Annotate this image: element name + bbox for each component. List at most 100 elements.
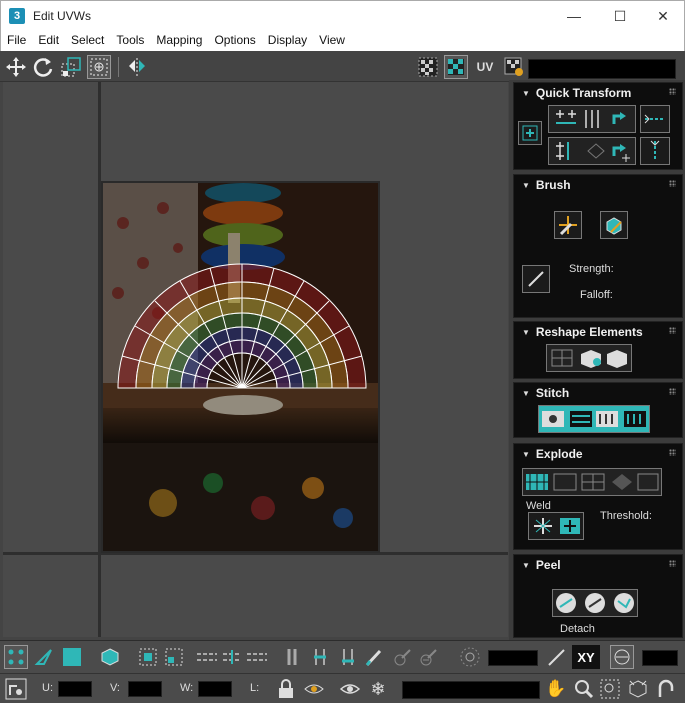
w-label: W:	[180, 682, 194, 694]
select-element-icon[interactable]	[98, 645, 122, 669]
selection-set-field[interactable]	[402, 681, 540, 699]
mirror-icon[interactable]	[125, 55, 149, 79]
menu-view[interactable]: View	[313, 30, 351, 51]
space-horizontal-icon[interactable]	[640, 105, 670, 133]
bars-icon[interactable]	[280, 645, 304, 669]
falloff-icon[interactable]	[544, 645, 568, 669]
limit-icon[interactable]	[610, 645, 634, 669]
title-bar: 3 Edit UVWs — ☐ ✕	[0, 0, 685, 30]
checker-icon[interactable]	[416, 55, 440, 79]
menu-tools[interactable]: Tools	[110, 30, 150, 51]
maximize-button[interactable]: ☐	[597, 1, 643, 31]
visibility-icon[interactable]	[338, 677, 362, 701]
grow-selection-icon[interactable]	[136, 645, 160, 669]
u-label: U:	[42, 682, 53, 694]
rollout-title[interactable]: ▼ Reshape Elements	[522, 325, 643, 339]
brush-relax-icon[interactable]	[600, 211, 628, 239]
grip-icon[interactable]	[669, 560, 676, 567]
grow-loop-icon[interactable]	[308, 645, 332, 669]
limit-field[interactable]	[642, 650, 678, 666]
uv-viewport[interactable]	[3, 82, 508, 637]
main-toolbar: UV	[0, 52, 685, 82]
menu-mapping[interactable]: Mapping	[150, 30, 208, 51]
menu-edit[interactable]: Edit	[32, 30, 65, 51]
menu-options[interactable]: Options	[208, 30, 261, 51]
soft-selection-field[interactable]	[488, 650, 538, 666]
grip-icon[interactable]	[669, 88, 676, 95]
brush-size-icon[interactable]	[522, 265, 550, 293]
rollout-title[interactable]: ▼ Peel	[522, 558, 561, 572]
l-label: L:	[250, 682, 260, 694]
menu-file[interactable]: File	[1, 30, 32, 51]
texture-checker-icon[interactable]	[444, 55, 468, 79]
snap-icon[interactable]	[654, 677, 678, 701]
texture-dropdown[interactable]	[528, 59, 676, 79]
select-vertex-icon[interactable]	[4, 645, 28, 669]
move-icon[interactable]	[4, 55, 28, 79]
grip-icon[interactable]	[669, 449, 676, 456]
menu-display[interactable]: Display	[262, 30, 313, 51]
paint-grow-icon[interactable]	[390, 645, 414, 669]
grip-icon[interactable]	[669, 327, 676, 334]
uv-mode-button[interactable]: UV	[473, 55, 497, 79]
window-title: Edit UVWs	[33, 8, 92, 23]
xy-space-button[interactable]: XY	[572, 645, 600, 669]
peel-buttons-icon[interactable]	[552, 589, 638, 617]
brush-move-icon[interactable]	[554, 211, 582, 239]
align-horizontal-icon[interactable]	[548, 105, 636, 133]
hide-icon[interactable]	[302, 677, 326, 701]
rollout-peel: ▼ Peel Detach	[513, 554, 683, 638]
zoom-extents-icon[interactable]	[626, 677, 650, 701]
close-button[interactable]: ✕	[640, 1, 685, 31]
rotate-icon[interactable]	[31, 55, 55, 79]
tool-panel: ▼ Quick Transform ▼ Brush Strength: Fall…	[509, 80, 685, 640]
u-field[interactable]	[58, 681, 92, 697]
scale-icon[interactable]	[59, 55, 83, 79]
loop-ring-icon[interactable]	[194, 645, 270, 669]
pivot-icon[interactable]	[518, 121, 542, 145]
texture-options-icon[interactable]	[502, 55, 526, 79]
freeform-mode-icon[interactable]	[87, 55, 111, 79]
rollout-title[interactable]: ▼ Stitch	[522, 386, 569, 400]
grip-icon[interactable]	[669, 180, 676, 187]
bottom-toolbar: XY	[0, 640, 685, 673]
stitch-buttons-icon[interactable]	[538, 405, 650, 433]
rollout-title[interactable]: ▼ Quick Transform	[522, 86, 631, 100]
toolbar-separator	[118, 57, 119, 77]
weld-buttons-icon[interactable]	[528, 512, 584, 540]
rollout-title[interactable]: ▼ Explode	[522, 447, 583, 461]
shrink-loop-icon[interactable]	[336, 645, 360, 669]
freeze-icon[interactable]: ❄	[366, 677, 390, 701]
zoom-region-icon[interactable]	[598, 677, 622, 701]
paint-select-icon[interactable]	[362, 645, 386, 669]
weld-label: Weld	[526, 500, 551, 512]
rollout-quick-transform: ▼ Quick Transform	[513, 82, 683, 170]
rollout-brush: ▼ Brush Strength: Falloff:	[513, 174, 683, 318]
select-edge-icon[interactable]	[32, 645, 56, 669]
v-label: V:	[110, 682, 120, 694]
align-vertical-icon[interactable]	[548, 137, 636, 165]
zoom-icon[interactable]	[572, 677, 596, 701]
rollout-reshape-elements: ▼ Reshape Elements	[513, 321, 683, 379]
soft-selection-icon[interactable]	[458, 645, 482, 669]
pan-icon[interactable]: ✋	[544, 677, 568, 701]
texture-map	[101, 181, 380, 553]
falloff-label: Falloff:	[580, 289, 613, 301]
shrink-selection-icon[interactable]	[162, 645, 186, 669]
straighten-icon[interactable]	[546, 344, 632, 372]
menu-select[interactable]: Select	[65, 30, 110, 51]
rollout-explode: ▼ Explode Weld Threshold:	[513, 443, 683, 550]
v-field[interactable]	[128, 681, 162, 697]
absolute-offset-icon[interactable]	[4, 677, 28, 701]
detach-label: Detach	[560, 623, 595, 635]
space-vertical-icon[interactable]	[640, 137, 670, 165]
lock-icon[interactable]	[274, 677, 298, 701]
rollout-title[interactable]: ▼ Brush	[522, 178, 571, 192]
grip-icon[interactable]	[669, 388, 676, 395]
threshold-label: Threshold:	[600, 510, 652, 522]
minimize-button[interactable]: —	[551, 1, 597, 31]
explode-buttons-icon[interactable]	[522, 468, 662, 496]
paint-shrink-icon[interactable]	[416, 645, 440, 669]
select-face-icon[interactable]	[60, 645, 84, 669]
w-field[interactable]	[198, 681, 232, 697]
